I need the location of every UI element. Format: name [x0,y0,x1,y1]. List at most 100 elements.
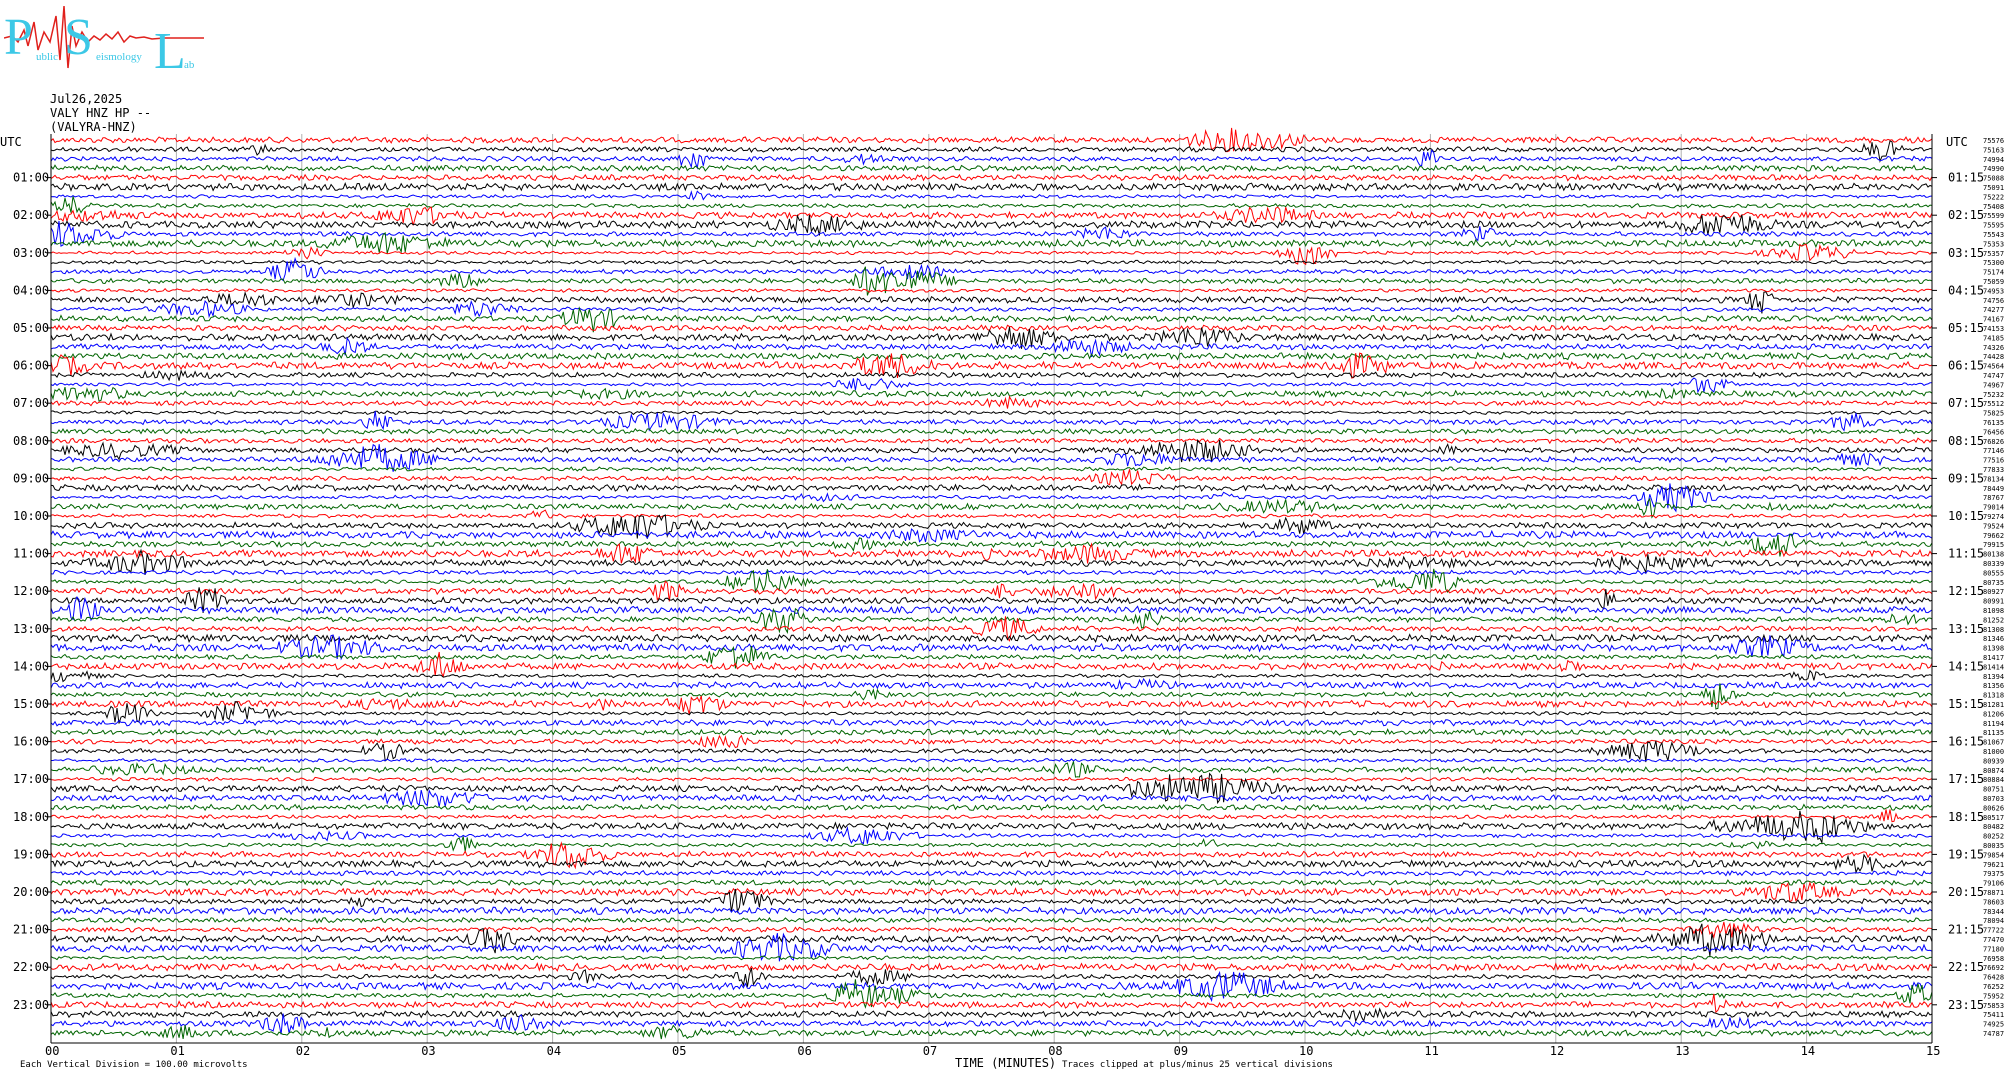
seismic-trace [50,734,1933,749]
trace-offset-label: 78449 [1983,485,2004,493]
x-tick-label: 02 [296,1044,310,1058]
trace-offset-label: 75595 [1983,222,2004,230]
trace-offset-label: 81417 [1983,654,2004,662]
trace-offset-label: 75174 [1983,269,2004,277]
trace-offset-label: 75408 [1983,203,2004,211]
left-hour-label: 15:00 [13,697,49,711]
trace-offset-label: 81098 [1983,607,2004,615]
trace-offset-label: 74925 [1983,1021,2004,1029]
left-hour-label: 02:00 [13,208,49,222]
right-hour-label: 14:15 [1948,659,1984,673]
trace-offset-label: 79375 [1983,870,2004,878]
trace-offset-label: 81318 [1983,692,2004,700]
right-hour-label: 05:15 [1948,321,1984,335]
seismic-trace [50,869,1933,877]
right-hour-label: 17:15 [1948,772,1984,786]
seismic-trace [50,788,1933,807]
left-utc-label: UTC [0,135,22,149]
scale-note: Each Vertical Division = 100.00 microvol… [20,1060,248,1070]
right-hour-label: 07:15 [1948,396,1984,410]
trace-offset-label: 75059 [1983,278,2004,286]
left-time-labels: 01:00 02:00 03:00 04:00 05:00 06:00 07:00 08:00… [13,171,51,1012]
x-tick-label: 12 [1550,1044,1564,1058]
seismic-trace [50,542,1933,564]
seismic-trace [50,509,1933,519]
x-tick-label: 09 [1174,1044,1188,1058]
trace-offset-label: 80555 [1983,569,2004,577]
right-hour-label: 11:15 [1948,547,1984,561]
trace-offset-label: 74277 [1983,306,2004,314]
trace-offset-label: 81281 [1983,701,2004,709]
trace-offset-label: 80939 [1983,757,2004,765]
right-hour-label: 04:15 [1948,283,1984,297]
helicorder-plot: 01:00 02:00 03:00 04:00 05:00 06:00 07:00 08:00… [0,127,2004,1070]
seismic-trace [50,324,1933,332]
trace-offset-label: 74787 [1983,1030,2004,1038]
trace-offset-label: 74953 [1983,287,2004,295]
trace-offset-label: 77833 [1983,466,2004,474]
trace-offset-label: 75853 [1983,1002,2004,1010]
trace-offset-label: 79854 [1983,851,2004,859]
seismic-trace [50,878,1933,887]
seismic-trace [50,336,1933,357]
right-hour-label: 19:15 [1948,847,1984,861]
x-tick-label: 04 [547,1044,561,1058]
trace-offset-label: 81394 [1983,673,2004,681]
right-hour-label: 03:15 [1948,246,1984,260]
right-hour-label: 10:15 [1948,509,1984,523]
x-tick-label: 01 [170,1044,184,1058]
seismic-trace [50,231,1933,254]
trace-offset-label: 74994 [1983,156,2004,164]
seismic-trace [50,410,1933,416]
trace-offset-label: 80884 [1983,776,2004,784]
left-hour-label: 04:00 [13,283,49,297]
trace-offset-label: 80626 [1983,804,2004,812]
seismic-trace [50,528,1933,543]
right-hour-label: 15:15 [1948,697,1984,711]
trace-offset-label: 79524 [1983,522,2004,530]
trace-offset-label: 75952 [1983,992,2004,1000]
left-hour-label: 11:00 [13,547,49,561]
trace-offset-label: 81414 [1983,663,2004,671]
trace-offset-label: 76826 [1983,438,2004,446]
trace-offset-label: 77470 [1983,936,2004,944]
trace-offset-label: 76135 [1983,419,2004,427]
right-hour-label: 23:15 [1948,998,1984,1012]
trace-offset-label: 75357 [1983,250,2004,258]
seismic-trace [50,196,1933,214]
seismic-trace [50,1024,1933,1040]
left-hour-label: 13:00 [13,622,49,636]
seismic-trace [50,243,1933,266]
trace-offset-label: 78871 [1983,889,2004,897]
x-tick-label: 15 [1926,1044,1940,1058]
right-utc-label: UTC [1946,135,1968,149]
right-hour-label: 16:15 [1948,735,1984,749]
seismic-trace [50,351,1933,361]
trace-offset-label: 79621 [1983,861,2004,869]
trace-offset-label: 79106 [1983,880,2004,888]
trace-offset-label: 80991 [1983,598,2004,606]
left-hour-label: 09:00 [13,471,49,485]
left-hour-label: 20:00 [13,885,49,899]
right-hour-label: 18:15 [1948,810,1984,824]
trace-offset-label: 79014 [1983,504,2004,512]
seismic-trace [50,377,1933,394]
seismic-trace [50,300,1933,319]
trace-offset-label: 76428 [1983,974,2004,982]
left-hour-label: 10:00 [13,509,49,523]
seismic-trace [50,677,1933,691]
right-hour-label: 09:15 [1948,471,1984,485]
left-hour-label: 18:00 [13,810,49,824]
trace-offset-label: 80735 [1983,579,2004,587]
trace-offset-label: 77146 [1983,447,2004,455]
trace-offset-label: 80874 [1983,767,2004,775]
trace-offset-label: 78344 [1983,908,2004,916]
trace-offset-label: 75300 [1983,259,2004,267]
trace-offset-labels: 7557675163 7499474990 750887509175222 75408… [1983,137,2004,1038]
trace-offset-label: 75512 [1983,400,2004,408]
trace-offset-label: 80035 [1983,842,2004,850]
trace-offset-label: 77722 [1983,927,2004,935]
seismic-trace [50,580,1933,602]
trace-offset-label: 76692 [1983,964,2004,972]
seismic-trace [50,190,1933,201]
